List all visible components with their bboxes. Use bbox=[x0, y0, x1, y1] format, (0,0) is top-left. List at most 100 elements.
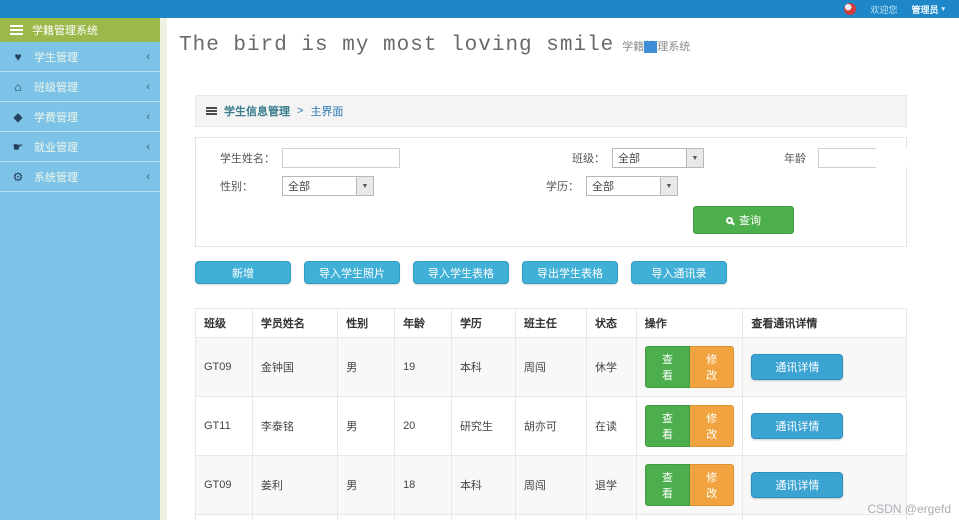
education-select-value: 全部 bbox=[592, 181, 614, 193]
view-button[interactable]: 查看 bbox=[644, 464, 691, 506]
import-contacts-button[interactable]: 导入通讯录 bbox=[631, 261, 727, 284]
user-avatar[interactable] bbox=[844, 3, 857, 15]
cell-age: 20 bbox=[394, 514, 452, 520]
breadcrumb-section: 学生信息管理 bbox=[224, 106, 290, 118]
username: 管理员 bbox=[911, 4, 939, 15]
cell-name: 李泰铭 bbox=[251, 396, 339, 456]
breadcrumb: 学生信息管理 > 主界面 bbox=[195, 95, 907, 127]
sidebar-item-label: 学生管理 bbox=[34, 51, 78, 64]
view-button[interactable]: 查看 bbox=[644, 346, 691, 388]
table-row: GT11 李泰铭 男 20 研究生 胡亦可 在读 查看 修改 通讯详情 bbox=[195, 396, 907, 456]
class-label: 班级： bbox=[572, 153, 605, 165]
cell-teacher: 胡亦可 bbox=[514, 396, 588, 456]
cell-gender: 男 bbox=[337, 337, 396, 397]
subtitle-text: 学籍 bbox=[622, 40, 645, 53]
toolbar: 新增 导入学生照片 导入学生表格 导出学生表格 导入通讯录 bbox=[195, 261, 907, 284]
cell-age: 19 bbox=[394, 337, 452, 397]
education-select[interactable]: 全部 ▼ bbox=[586, 176, 678, 196]
age-label: 年龄 bbox=[784, 153, 806, 165]
search-icon bbox=[726, 216, 733, 224]
thumbs-up-icon: ☛ bbox=[12, 139, 24, 154]
class-select[interactable]: 全部 ▼ bbox=[612, 148, 704, 168]
cell-gender: 男 bbox=[337, 514, 396, 520]
welcome-text: 欢迎您 bbox=[870, 4, 898, 15]
chevron-down-icon: ▼ bbox=[660, 177, 677, 195]
col-header-class: 班级 bbox=[195, 308, 253, 338]
col-header-contact: 查看通讯详情 bbox=[742, 308, 907, 338]
students-table: 班级 学员姓名 性别 年龄 学历 班主任 状态 操作 查看通讯详情 GT09 金… bbox=[195, 308, 907, 520]
cell-education: 本科 bbox=[450, 455, 516, 515]
cell-status: 休学 bbox=[586, 337, 637, 397]
cogs-icon: ⚙ bbox=[12, 169, 24, 184]
home-icon: ⌂ bbox=[14, 79, 22, 94]
col-header-name: 学员姓名 bbox=[251, 308, 339, 338]
cell-education: 本科 bbox=[450, 514, 516, 520]
chevron-left-icon: ‹ bbox=[146, 80, 150, 93]
breadcrumb-separator: > bbox=[297, 105, 304, 117]
cell-class: GT09 bbox=[195, 337, 253, 397]
user-menu[interactable]: 管理员 ▾ bbox=[911, 3, 945, 16]
cell-name: 姜利 bbox=[251, 455, 339, 515]
topbar: 欢迎您 管理员 ▾ bbox=[0, 0, 959, 18]
chevron-down-icon: ▼ bbox=[686, 149, 703, 167]
edit-button[interactable]: 修改 bbox=[690, 346, 735, 388]
sidebar-item-classes[interactable]: ⌂ 班级管理 ‹ bbox=[0, 72, 160, 102]
sidebar-item-students[interactable]: ♥ 学生管理 ‹ bbox=[0, 42, 160, 72]
edit-button[interactable]: 修改 bbox=[690, 405, 735, 447]
contact-details-button[interactable]: 通讯详情 bbox=[751, 354, 844, 380]
export-table-button[interactable]: 导出学生表格 bbox=[522, 261, 618, 284]
edit-button[interactable]: 修改 bbox=[690, 464, 735, 506]
breadcrumb-current[interactable]: 主界面 bbox=[310, 103, 343, 119]
chevron-left-icon: ‹ bbox=[146, 140, 150, 153]
import-photos-button[interactable]: 导入学生照片 bbox=[304, 261, 400, 284]
search-button-label: 查询 bbox=[739, 215, 761, 227]
chevron-left-icon: ‹ bbox=[146, 110, 150, 123]
student-name-label: 学生姓名： bbox=[220, 153, 275, 165]
subtitle-text: 理系统 bbox=[657, 40, 691, 53]
age-stepper[interactable]: ▲ ▼ bbox=[818, 148, 959, 168]
sidebar-item-employment[interactable]: ☛ 就业管理 ‹ bbox=[0, 132, 160, 162]
student-name-input[interactable] bbox=[282, 148, 400, 168]
cell-class: GT11 bbox=[195, 396, 253, 456]
add-button[interactable]: 新增 bbox=[195, 261, 291, 284]
cell-teacher: 周闯 bbox=[514, 455, 588, 515]
cell-gender: 男 bbox=[337, 455, 396, 515]
page-subtitle: 学籍管理系统 bbox=[622, 38, 690, 54]
contact-details-button[interactable]: 通讯详情 bbox=[751, 413, 844, 439]
search-button[interactable]: 查询 bbox=[693, 206, 794, 234]
content-panel: 学生信息管理 > 主界面 学生姓名： 班级： 全部 ▼ 年龄 ▲ ▼ bbox=[195, 95, 959, 520]
col-header-operations: 操作 bbox=[635, 308, 744, 338]
sidebar: 学籍管理系统 ♥ 学生管理 ‹ ⌂ 班级管理 ‹ ◆ 学费管理 ‹ ☛ 就业管理… bbox=[0, 18, 160, 520]
page-title: The bird is my most loving smile bbox=[179, 34, 615, 57]
heart-icon: ♥ bbox=[14, 49, 22, 64]
contact-details-button[interactable]: 通讯详情 bbox=[751, 472, 844, 498]
sidebar-item-system[interactable]: ⚙ 系统管理 ‹ bbox=[0, 162, 160, 192]
col-header-education: 学历 bbox=[450, 308, 516, 338]
table-header-row: 班级 学员姓名 性别 年龄 学历 班主任 状态 操作 查看通讯详情 bbox=[195, 308, 907, 338]
view-button[interactable]: 查看 bbox=[644, 405, 691, 447]
age-input[interactable] bbox=[819, 149, 959, 167]
sidebar-item-label: 系统管理 bbox=[34, 171, 78, 184]
import-table-button[interactable]: 导入学生表格 bbox=[413, 261, 509, 284]
main-content: The bird is my most loving smile 学籍管理系统 … bbox=[160, 18, 959, 520]
col-header-teacher: 班主任 bbox=[514, 308, 588, 338]
cell-name: 金钟国 bbox=[251, 337, 339, 397]
chevron-down-icon: ▼ bbox=[356, 177, 373, 195]
cell-status: 在读 bbox=[586, 396, 637, 456]
sidebar-item-tuition[interactable]: ◆ 学费管理 ‹ bbox=[0, 102, 160, 132]
gender-label: 性别： bbox=[220, 181, 253, 193]
cell-status: 在读 bbox=[586, 514, 637, 520]
cell-education: 研究生 bbox=[450, 396, 516, 456]
watermark: CSDN @ergefd bbox=[867, 502, 951, 516]
sidebar-header: 学籍管理系统 bbox=[0, 18, 160, 42]
filter-panel: 学生姓名： 班级： 全部 ▼ 年龄 ▲ ▼ 性别： bbox=[195, 137, 959, 247]
text-cursor: 管 bbox=[644, 40, 658, 53]
hamburger-icon[interactable] bbox=[10, 29, 23, 31]
sidebar-item-label: 就业管理 bbox=[34, 141, 78, 154]
app-title: 学籍管理系统 bbox=[32, 25, 98, 37]
sidebar-item-label: 学费管理 bbox=[34, 111, 78, 124]
col-header-status: 状态 bbox=[586, 308, 637, 338]
chevron-left-icon: ‹ bbox=[146, 50, 150, 63]
gender-select[interactable]: 全部 ▼ bbox=[282, 176, 374, 196]
chevron-left-icon: ‹ bbox=[146, 170, 150, 183]
